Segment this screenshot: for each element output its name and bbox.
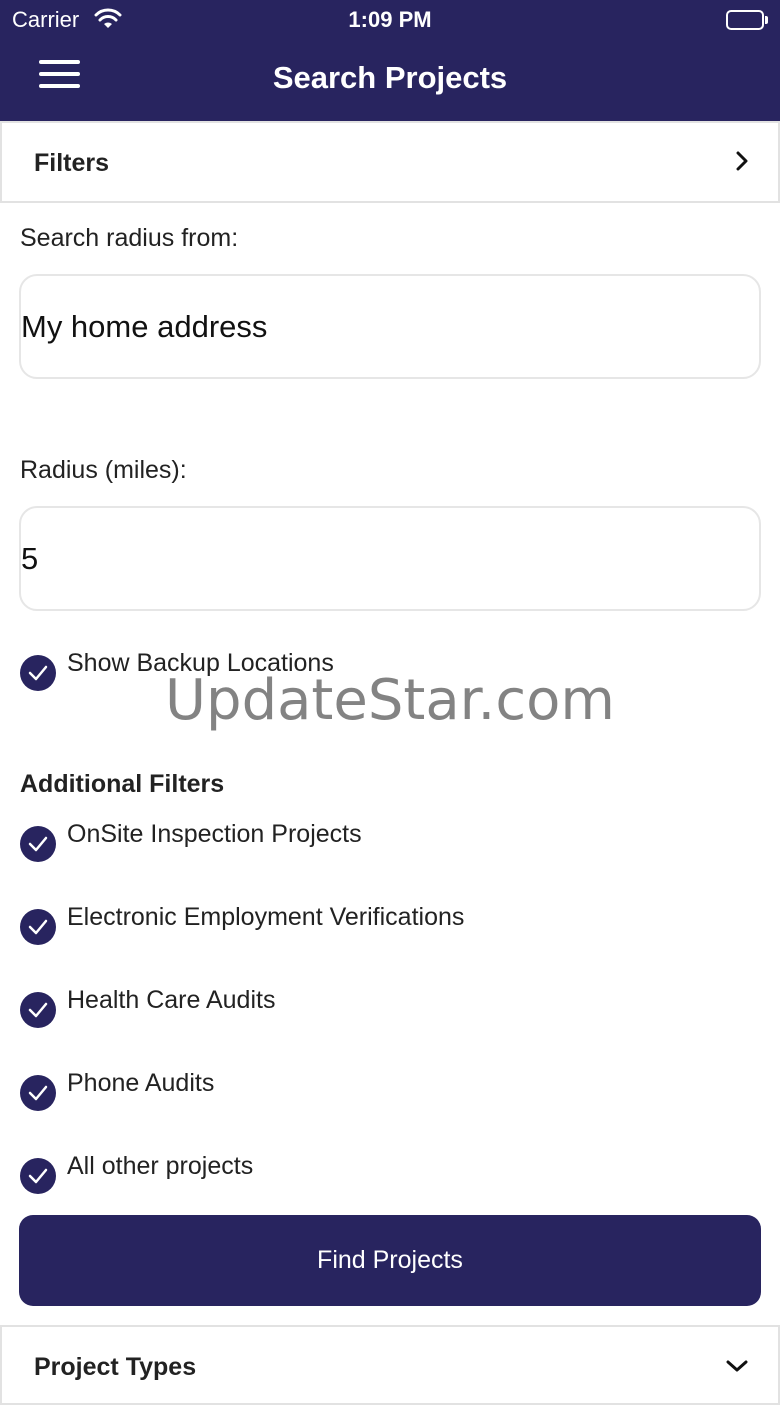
filter-eev-label: Electronic Employment Verifications: [67, 903, 465, 931]
radius-label: Radius (miles):: [20, 456, 187, 484]
filters-label: Filters: [34, 149, 110, 177]
status-bar: Carrier 1:09 PM: [0, 0, 780, 40]
additional-filters-title: Additional Filters: [20, 770, 225, 798]
filters-toggle[interactable]: Filters: [0, 121, 780, 203]
filter-healthcare-label: Health Care Audits: [67, 986, 276, 1014]
nav-bar: Search Projects: [0, 40, 780, 121]
watermark: UpdateStar.com: [165, 668, 615, 733]
checkmark-icon: [20, 826, 56, 862]
chevron-right-icon: [736, 151, 748, 176]
search-radius-input[interactable]: My home address: [19, 274, 761, 379]
search-radius-label: Search radius from:: [20, 224, 239, 252]
checkmark-icon: [20, 992, 56, 1028]
checkmark-icon: [20, 909, 56, 945]
project-types-label: Project Types: [34, 1353, 197, 1381]
find-projects-button[interactable]: Find Projects: [19, 1215, 761, 1306]
radius-input[interactable]: 5: [19, 506, 761, 611]
checkmark-icon: [20, 1158, 56, 1194]
checkmark-icon: [20, 1075, 56, 1111]
status-time: 1:09 PM: [348, 7, 432, 32]
filter-other-label: All other projects: [67, 1152, 254, 1180]
chevron-down-icon: [726, 1359, 748, 1377]
page-title: Search Projects: [272, 60, 508, 95]
project-types-toggle[interactable]: Project Types: [0, 1325, 780, 1405]
filter-phone-label: Phone Audits: [67, 1069, 215, 1097]
battery-icon: [726, 10, 768, 30]
search-radius-value: My home address: [21, 309, 268, 344]
filter-onsite-label: OnSite Inspection Projects: [67, 820, 362, 848]
radius-value: 5: [21, 541, 39, 576]
